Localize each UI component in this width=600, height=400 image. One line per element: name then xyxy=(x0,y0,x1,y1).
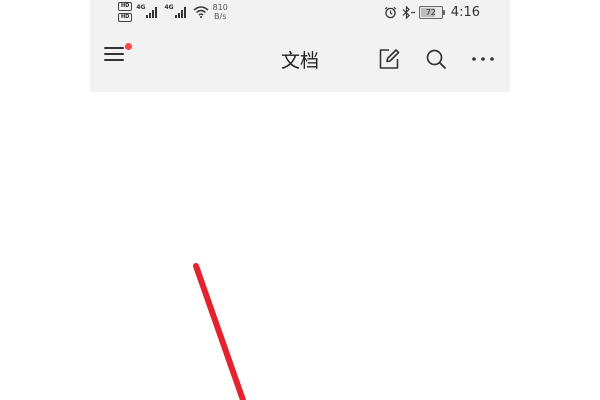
annotation-arrow-line xyxy=(193,263,246,400)
annotation-arrow xyxy=(193,263,246,400)
battery-percentage: 72 xyxy=(425,7,436,17)
screenshot-canvas: HD HD 4G 4G 810 B/s 72 4:16 文档 xyxy=(0,0,600,400)
